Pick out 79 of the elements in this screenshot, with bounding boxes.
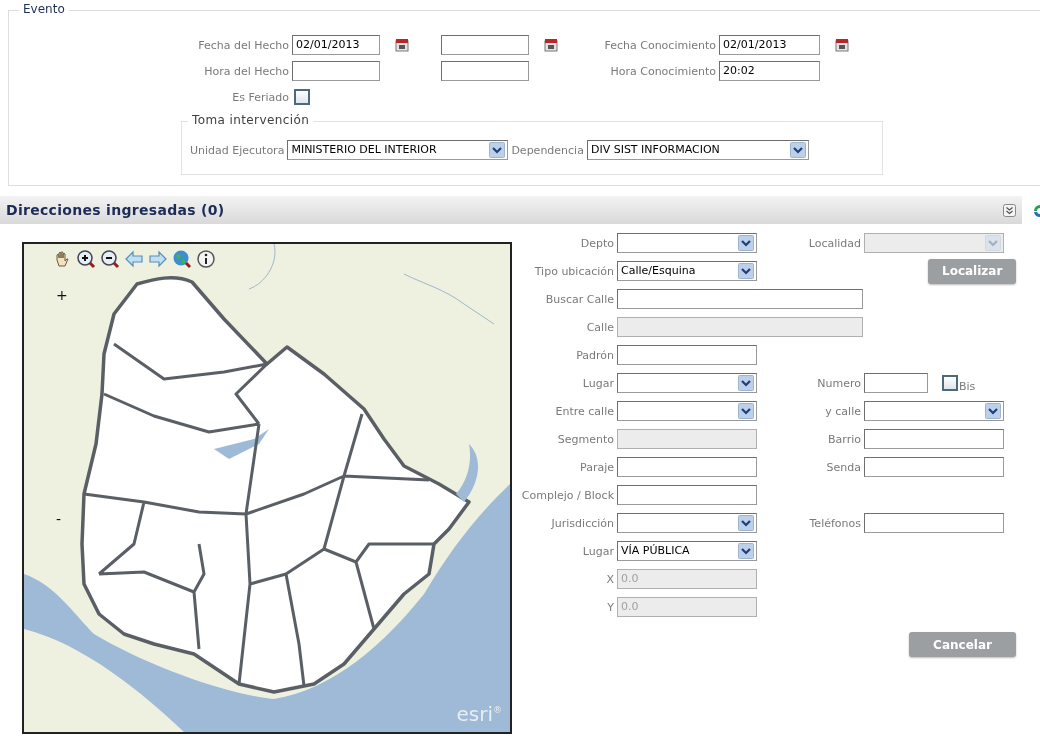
chevron-icon bbox=[789, 142, 806, 158]
input-field[interactable]: 02/01/2013 bbox=[719, 35, 820, 55]
calendar-icon[interactable] bbox=[544, 38, 558, 52]
dropdown[interactable]: Calle/Esquina bbox=[617, 261, 757, 281]
input-field[interactable] bbox=[864, 513, 1004, 533]
fieldset-legend: Evento bbox=[19, 2, 69, 16]
input-field[interactable]: 02/01/2013 bbox=[292, 35, 380, 55]
checkbox[interactable] bbox=[294, 89, 310, 105]
map-logo: esri$^{®}$ bbox=[456, 701, 502, 724]
calendar-icon[interactable] bbox=[835, 38, 849, 52]
field-label: Numero bbox=[816, 376, 862, 390]
checkbox[interactable] bbox=[942, 375, 958, 391]
chevron-icon bbox=[985, 403, 1001, 419]
field-label: Unidad Ejecutora bbox=[190, 143, 286, 157]
field-label: Entre calle bbox=[554, 404, 615, 418]
field-label: Es Feriado bbox=[231, 90, 290, 104]
input-field[interactable] bbox=[292, 61, 380, 81]
chevron-icon bbox=[738, 375, 754, 391]
dropdown[interactable] bbox=[617, 233, 757, 253]
dropdown[interactable]: MINISTERIO DEL INTERIOR bbox=[287, 140, 509, 160]
info-icon[interactable] bbox=[196, 249, 216, 269]
dropdown[interactable]: DIV SIST INFORMACION bbox=[586, 140, 809, 160]
field-label: Fecha del Hecho bbox=[197, 38, 290, 52]
dropdown[interactable] bbox=[864, 401, 1004, 421]
section-title: Direcciones ingresadas (0) bbox=[6, 202, 226, 218]
chevron-icon bbox=[738, 543, 754, 559]
expand-icon[interactable] bbox=[1003, 203, 1016, 217]
field-label: X bbox=[605, 572, 615, 586]
field-label: y calle bbox=[824, 404, 862, 418]
input-field[interactable] bbox=[864, 373, 928, 393]
dropdown[interactable] bbox=[617, 373, 757, 393]
field-label: Complejo / Block bbox=[520, 489, 615, 501]
chevron-icon bbox=[985, 235, 1001, 251]
partial-icon[interactable] bbox=[1033, 204, 1040, 218]
field-label: Dependencia bbox=[511, 143, 585, 157]
zoom-label[interactable]: + bbox=[56, 288, 68, 302]
field-label: Depto bbox=[579, 236, 615, 250]
field-label: Fecha Conocimiento bbox=[603, 38, 717, 52]
field-label: Senda bbox=[825, 460, 862, 474]
zoom-in-icon[interactable] bbox=[76, 249, 96, 269]
chevron-icon bbox=[738, 235, 754, 251]
field-label: Hora del Hecho bbox=[203, 64, 290, 78]
globe-icon[interactable] bbox=[172, 249, 192, 269]
field-label: Padrón bbox=[575, 348, 615, 362]
zoom-label[interactable]: - bbox=[56, 512, 62, 526]
field-label: Segmento bbox=[556, 432, 615, 446]
zoom-out-icon[interactable] bbox=[100, 249, 120, 269]
chevron-icon bbox=[489, 142, 506, 158]
dropdown[interactable] bbox=[617, 513, 757, 533]
input-field[interactable] bbox=[617, 457, 757, 477]
field-label: Y bbox=[606, 600, 615, 614]
field-label: Paraje bbox=[579, 460, 615, 474]
input-field[interactable] bbox=[441, 35, 529, 55]
chevron-icon bbox=[738, 515, 754, 531]
dropdown[interactable] bbox=[617, 401, 757, 421]
field-label: Calle bbox=[585, 320, 615, 334]
input-field[interactable] bbox=[441, 61, 529, 81]
input-field[interactable] bbox=[864, 429, 1004, 449]
chevron-icon bbox=[738, 403, 754, 419]
field-label: Teléfonos bbox=[808, 516, 862, 530]
right-arrow-icon[interactable] bbox=[148, 249, 168, 269]
input-field[interactable]: 20:02 bbox=[719, 61, 820, 81]
field-label: Hora Conocimiento bbox=[609, 64, 717, 78]
field-label: Lugar bbox=[581, 544, 615, 558]
field-label: Lugar bbox=[581, 376, 615, 390]
chevron-icon bbox=[738, 263, 754, 279]
field-label: Buscar Calle bbox=[544, 292, 615, 306]
fieldset-legend: Toma intervención bbox=[188, 113, 314, 127]
input-field[interactable] bbox=[617, 485, 757, 505]
input-field[interactable] bbox=[617, 345, 757, 365]
dropdown[interactable]: VÍA PÚBLICA bbox=[617, 541, 757, 561]
field-label: Jurisdicción bbox=[550, 516, 615, 530]
input-field[interactable] bbox=[617, 289, 863, 309]
calendar-icon[interactable] bbox=[395, 38, 409, 52]
input-field[interactable] bbox=[864, 457, 1004, 477]
field-label: Barrio bbox=[827, 432, 862, 446]
field-label: Localidad bbox=[807, 236, 862, 250]
checkbox-label: Bis bbox=[959, 379, 976, 393]
field-label: Tipo ubicación bbox=[533, 264, 615, 278]
